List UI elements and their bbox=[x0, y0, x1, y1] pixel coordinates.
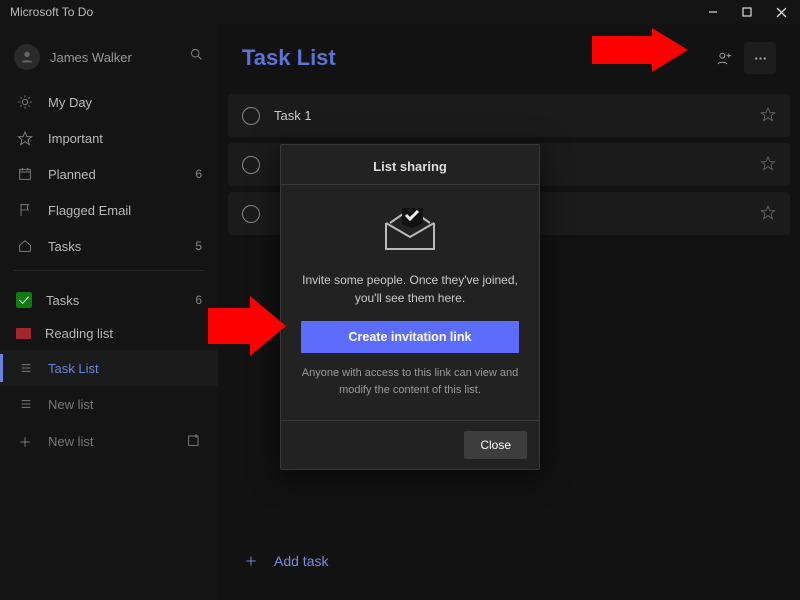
complete-checkbox[interactable] bbox=[242, 156, 260, 174]
sidebar-item-flagged-email[interactable]: Flagged Email bbox=[0, 192, 218, 228]
close-window-button[interactable] bbox=[764, 0, 798, 24]
sidebar-item-my-day[interactable]: My Day bbox=[0, 84, 218, 120]
app-title: Microsoft To Do bbox=[10, 5, 93, 19]
sidebar-item-new-list[interactable]: New list bbox=[0, 386, 218, 422]
list-header: Task List bbox=[218, 24, 800, 88]
sidebar-item-label: New list bbox=[48, 397, 202, 412]
sun-icon bbox=[16, 93, 34, 111]
annotation-arrow-left bbox=[208, 296, 286, 356]
smart-lists: My Day Important Planned6 Flagged Email Task… bbox=[0, 84, 218, 264]
calendar-icon bbox=[16, 165, 34, 183]
sidebar-item-label: My Day bbox=[48, 95, 202, 110]
dialog-sub-text: Anyone with access to this link can view… bbox=[301, 365, 519, 410]
sidebar-item-label: Flagged Email bbox=[48, 203, 202, 218]
sidebar-divider bbox=[14, 270, 204, 271]
profile-row[interactable]: James Walker bbox=[0, 36, 218, 78]
plus-icon bbox=[242, 552, 260, 570]
list-icon bbox=[16, 328, 31, 339]
star-icon[interactable] bbox=[760, 204, 776, 223]
dialog-title: List sharing bbox=[281, 145, 539, 185]
list-sharing-dialog: List sharing Invite some people. Once th… bbox=[280, 144, 540, 470]
star-icon[interactable] bbox=[760, 155, 776, 174]
flag-icon bbox=[16, 201, 34, 219]
sidebar: James Walker My DayImportantPlanned6Flag… bbox=[0, 24, 218, 600]
sidebar-item-count: 6 bbox=[195, 167, 202, 181]
sidebar-item-tasks[interactable]: Tasks5 bbox=[0, 228, 218, 264]
sidebar-item-label: Task List bbox=[48, 361, 202, 376]
sidebar-item-important[interactable]: Important bbox=[0, 120, 218, 156]
star-icon bbox=[16, 129, 34, 147]
new-list-row[interactable]: New list bbox=[0, 423, 218, 460]
dialog-close-button[interactable]: Close bbox=[464, 431, 527, 459]
sidebar-item-tasks[interactable]: Tasks6 bbox=[0, 283, 218, 317]
create-invitation-link-button[interactable]: Create invitation link bbox=[301, 321, 519, 353]
sidebar-item-label: Tasks bbox=[46, 293, 195, 308]
user-lists: Tasks6 Reading list Task List New list bbox=[0, 283, 218, 422]
complete-checkbox[interactable] bbox=[242, 205, 260, 223]
dialog-invite-text: Invite some people. Once they've joined,… bbox=[301, 271, 519, 307]
envelope-check-icon bbox=[378, 205, 442, 255]
search-icon[interactable] bbox=[189, 47, 204, 67]
sidebar-item-count: 5 bbox=[195, 239, 202, 253]
annotation-arrow-top bbox=[592, 28, 688, 72]
sidebar-item-label: Important bbox=[48, 131, 202, 146]
task-label: Task 1 bbox=[274, 108, 760, 123]
sidebar-item-task-list[interactable]: Task List bbox=[0, 350, 218, 386]
sidebar-item-planned[interactable]: Planned6 bbox=[0, 156, 218, 192]
plus-icon bbox=[16, 433, 34, 451]
sidebar-item-label: Planned bbox=[48, 167, 195, 182]
sidebar-item-reading-list[interactable]: Reading list bbox=[0, 317, 218, 350]
more-button[interactable] bbox=[744, 42, 776, 74]
new-group-icon[interactable] bbox=[186, 432, 202, 451]
complete-checkbox[interactable] bbox=[242, 107, 260, 125]
sidebar-item-label: Tasks bbox=[48, 239, 195, 254]
list-icon bbox=[16, 395, 34, 413]
maximize-button[interactable] bbox=[730, 0, 764, 24]
star-icon[interactable] bbox=[760, 106, 776, 125]
list-icon bbox=[16, 292, 32, 308]
add-task-label: Add task bbox=[274, 553, 328, 569]
list-icon bbox=[16, 359, 34, 377]
task-row[interactable]: Task 1 bbox=[228, 94, 790, 137]
home-icon bbox=[16, 237, 34, 255]
add-task-row[interactable]: Add task bbox=[218, 538, 800, 600]
new-list-label: New list bbox=[48, 434, 186, 449]
minimize-button[interactable] bbox=[696, 0, 730, 24]
share-button[interactable] bbox=[708, 42, 740, 74]
sidebar-item-count: 6 bbox=[195, 293, 202, 307]
profile-name: James Walker bbox=[50, 50, 189, 65]
titlebar: Microsoft To Do bbox=[0, 0, 800, 24]
avatar bbox=[14, 44, 40, 70]
sidebar-item-label: Reading list bbox=[45, 326, 202, 341]
